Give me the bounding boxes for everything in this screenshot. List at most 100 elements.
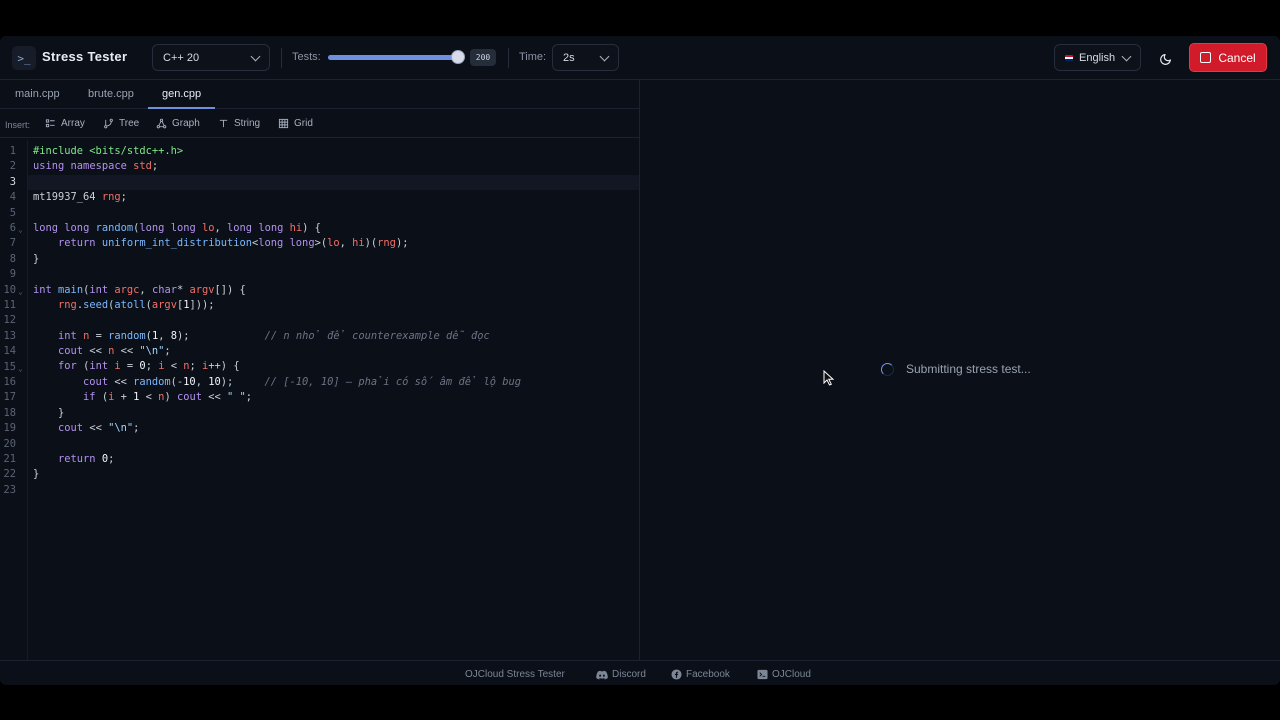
moon-icon: [1159, 53, 1171, 65]
line-number: 16: [3, 376, 16, 388]
code-line[interactable]: cout << n << "\n";: [33, 344, 521, 359]
code-line[interactable]: }: [33, 467, 521, 482]
line-number: 23: [3, 483, 16, 496]
tests-slider[interactable]: [328, 55, 458, 60]
insert-tree-label: Tree: [119, 118, 140, 129]
code-line[interactable]: }: [33, 406, 521, 421]
insert-graph-button[interactable]: Graph: [156, 118, 200, 129]
line-number: 20: [3, 437, 16, 450]
tests-slider-fill: [328, 55, 458, 60]
code-editor[interactable]: 1 2 3 4 5 6 ⌄ 7 8 9 10 ⌄ 11 12 13 14 15 ⌄ 16 17 18 19 20 21 22 23…: [0, 140, 640, 660]
code-line[interactable]: cout << "\n";: [33, 421, 521, 436]
discord-label: Discord: [612, 669, 646, 680]
spinner-icon: [881, 362, 894, 376]
app-window: >_ Stress Tester C++ 20 Tests: 200 Time:…: [0, 36, 1280, 685]
line-number: 15: [3, 360, 16, 373]
divider: [508, 48, 509, 68]
insert-array-label: Array: [61, 118, 85, 129]
insert-string-label: String: [234, 118, 261, 129]
facebook-label: Facebook: [686, 669, 730, 680]
insert-graph-label: Graph: [172, 118, 200, 129]
code-line[interactable]: int main(int argc, char* argv[]) {: [33, 283, 521, 298]
footer: OJCloud Stress Tester Discord Facebook O…: [0, 660, 1280, 685]
code-line[interactable]: long long random(long long lo, long long…: [33, 221, 521, 236]
cancel-button[interactable]: Cancel: [1189, 43, 1267, 72]
grid-icon: [278, 118, 289, 129]
line-number: 2: [9, 160, 16, 173]
chevron-down-icon: [1121, 51, 1132, 62]
submit-status: Submitting stress test...: [881, 362, 1031, 376]
discord-link[interactable]: Discord: [596, 669, 646, 680]
mouse-pointer-icon: [823, 370, 834, 386]
code-line[interactable]: using namespace std;: [33, 159, 521, 174]
tests-label: Tests:: [292, 51, 321, 63]
facebook-link[interactable]: Facebook: [671, 669, 730, 680]
fold-chevron-icon[interactable]: ⌄: [18, 222, 23, 237]
code-line[interactable]: return 0;: [33, 452, 521, 467]
list-icon: [45, 119, 55, 128]
time-value: 2s: [563, 51, 575, 64]
insert-grid-button[interactable]: Grid: [278, 118, 313, 129]
line-number: 13: [3, 329, 16, 342]
tab-gen-cpp[interactable]: gen.cpp: [162, 88, 201, 100]
code-line[interactable]: [33, 267, 521, 282]
facebook-icon: [671, 669, 682, 680]
code-line[interactable]: int n = random(1, 8); // n nhỏ để counte…: [33, 329, 521, 344]
code-line[interactable]: [33, 175, 521, 190]
language-locale-select[interactable]: English: [1054, 44, 1141, 71]
code-line[interactable]: [33, 313, 521, 328]
code-line[interactable]: return uniform_int_distribution<long lon…: [33, 236, 521, 251]
code-line[interactable]: [33, 436, 521, 451]
line-number: 12: [3, 314, 16, 327]
status-text: Submitting stress test...: [906, 362, 1031, 376]
line-number: 4: [9, 191, 16, 204]
line-number: 22: [3, 468, 16, 481]
code-line[interactable]: [33, 483, 521, 498]
terminal-icon: >_: [12, 46, 36, 70]
divider: [281, 48, 282, 68]
tab-main-cpp[interactable]: main.cpp: [15, 88, 60, 100]
line-number: 5: [9, 206, 16, 219]
line-number: 7: [9, 237, 16, 250]
code-line[interactable]: }: [33, 252, 521, 267]
insert-tree-button[interactable]: Tree: [103, 118, 139, 129]
chevron-down-icon: [250, 51, 261, 62]
stop-icon: [1200, 52, 1212, 63]
line-number: 17: [3, 391, 16, 404]
code-line[interactable]: #include <bits/stdc++.h>: [33, 144, 521, 159]
fold-chevron-icon[interactable]: ⌄: [18, 361, 23, 376]
code-line[interactable]: [33, 206, 521, 221]
line-number: 19: [3, 422, 16, 435]
line-number: 21: [3, 453, 16, 465]
result-pane: Submitting stress test...: [641, 80, 1280, 660]
theme-toggle-button[interactable]: [1152, 46, 1178, 72]
top-toolbar: >_ Stress Tester C++ 20 Tests: 200 Time:…: [0, 36, 1280, 80]
code-content[interactable]: #include <bits/stdc++.h> using namespace …: [33, 144, 521, 498]
code-line[interactable]: if (i + 1 < n) cout << " ";: [33, 390, 521, 405]
line-number: 6: [9, 222, 16, 234]
insert-string-button[interactable]: String: [218, 118, 260, 129]
insert-toolbar: Insert: Array Tree Graph String Grid: [0, 110, 640, 138]
insert-grid-label: Grid: [294, 118, 313, 129]
tests-slider-thumb[interactable]: [451, 50, 465, 64]
code-line[interactable]: cout << random(-10, 10); // [-10, 10] — …: [33, 375, 521, 390]
file-tabs: main.cpp brute.cpp gen.cpp: [0, 80, 640, 109]
time-select[interactable]: 2s: [552, 44, 619, 71]
insert-array-button[interactable]: Array: [45, 118, 85, 129]
line-number: 18: [3, 406, 16, 419]
language-select[interactable]: C++ 20: [152, 44, 270, 71]
code-line[interactable]: mt19937_64 rng;: [33, 190, 521, 205]
locale-value: English: [1079, 51, 1116, 64]
tests-count-badge: 200: [470, 49, 496, 66]
code-line[interactable]: rng.seed(atoll(argv[1]));: [33, 298, 521, 313]
language-value: C++ 20: [163, 51, 200, 64]
ojcloud-link[interactable]: OJCloud: [757, 669, 811, 680]
footer-app-name: OJCloud Stress Tester: [465, 669, 565, 680]
fold-chevron-icon[interactable]: ⌄: [18, 284, 23, 299]
uk-flag-icon: [1065, 54, 1073, 61]
tab-brute-cpp[interactable]: brute.cpp: [88, 88, 134, 100]
cancel-label: Cancel: [1218, 50, 1256, 65]
app-title: Stress Tester: [42, 49, 128, 64]
ojcloud-label: OJCloud: [772, 669, 811, 680]
code-line[interactable]: for (int i = 0; i < n; i++) {: [33, 359, 521, 374]
